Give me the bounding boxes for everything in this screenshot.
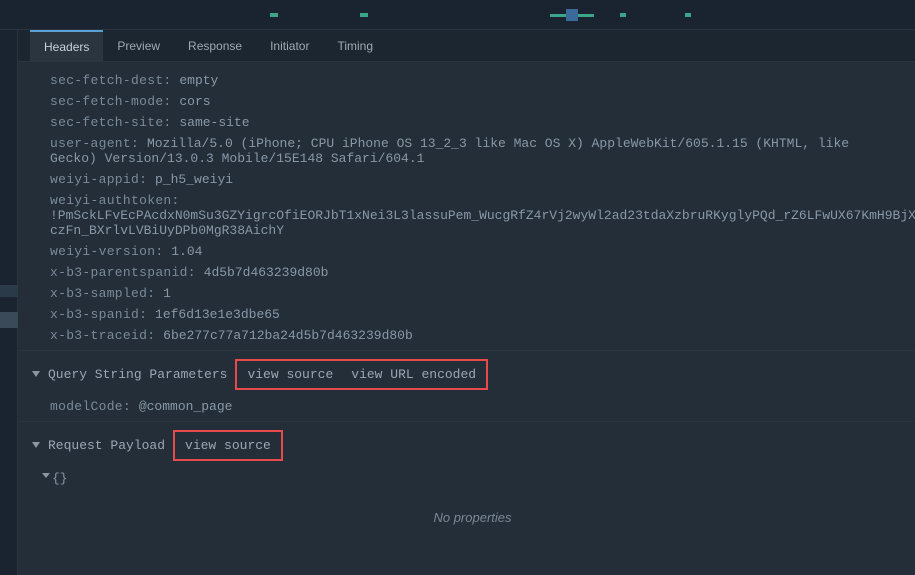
payload-braces-row[interactable]: {} (50, 467, 895, 490)
timeline-marker (620, 13, 626, 17)
view-source-link[interactable]: view source (185, 438, 271, 453)
headers-content: sec-fetch-dest: empty sec-fetch-mode: co… (18, 62, 915, 525)
header-name: weiyi-authtoken: (50, 193, 180, 208)
header-value: Mozilla/5.0 (iPhone; CPU iPhone OS 13_2_… (50, 136, 849, 166)
header-x-b3-traceid: x-b3-traceid: 6be277c77a712ba24d5b7d4632… (50, 325, 895, 346)
header-value: 6be277c77a712ba24d5b7d463239d80b (163, 328, 413, 343)
header-value: empty (179, 73, 218, 88)
section-title: Query String Parameters (48, 367, 227, 382)
details-panel: × Headers Preview Response Initiator Tim… (0, 30, 915, 525)
param-value: @common_page (139, 399, 233, 414)
highlight-box: view source view URL encoded (235, 359, 488, 390)
header-name: x-b3-traceid: (50, 328, 155, 343)
no-properties-label: No properties (50, 490, 895, 525)
header-x-b3-parentspanid: x-b3-parentspanid: 4d5b7d463239d80b (50, 262, 895, 283)
header-value: !PmSckLFvEcPAcdxN0mSu3GZYigrcOfiEORJbT1x… (50, 208, 915, 238)
marker-track (0, 12, 915, 18)
timeline-marker (685, 13, 691, 17)
header-name: sec-fetch-mode: (50, 94, 172, 109)
header-value: cors (179, 94, 210, 109)
param-name: modelCode: (50, 399, 131, 414)
header-value: 1ef6d13e1e3dbe65 (155, 307, 280, 322)
header-value: p_h5_weiyi (155, 172, 233, 187)
view-url-encoded-link[interactable]: view URL encoded (351, 367, 476, 382)
expand-triangle-icon (32, 442, 40, 448)
header-name: x-b3-spanid: (50, 307, 147, 322)
header-sec-fetch-site: sec-fetch-site: same-site (50, 112, 895, 133)
timeline-marker (360, 13, 368, 17)
highlight-box: view source (173, 430, 283, 461)
timeline-marker (270, 13, 278, 17)
header-sec-fetch-mode: sec-fetch-mode: cors (50, 91, 895, 112)
timeline-marker-group (550, 9, 594, 21)
query-param-modelcode: modelCode: @common_page (50, 396, 895, 417)
section-request-payload[interactable]: Request Payload view source (32, 422, 895, 467)
header-name: sec-fetch-dest: (50, 73, 172, 88)
header-name: user-agent: (50, 136, 139, 151)
header-weiyi-appid: weiyi-appid: p_h5_weiyi (50, 169, 895, 190)
header-x-b3-sampled: x-b3-sampled: 1 (50, 283, 895, 304)
tab-timing[interactable]: Timing (323, 30, 387, 62)
tab-bar: × Headers Preview Response Initiator Tim… (0, 30, 915, 62)
gutter-tick (0, 312, 18, 328)
header-value: 1 (163, 286, 171, 301)
header-x-b3-spanid: x-b3-spanid: 1ef6d13e1e3dbe65 (50, 304, 895, 325)
header-value: 1.04 (171, 244, 202, 259)
header-user-agent: user-agent: Mozilla/5.0 (iPhone; CPU iPh… (50, 133, 895, 169)
header-name: sec-fetch-site: (50, 115, 172, 130)
header-name: x-b3-parentspanid: (50, 265, 196, 280)
left-gutter (0, 30, 18, 575)
header-weiyi-version: weiyi-version: 1.04 (50, 241, 895, 262)
tab-initiator[interactable]: Initiator (256, 30, 323, 62)
tab-preview[interactable]: Preview (103, 30, 174, 62)
header-name: x-b3-sampled: (50, 286, 155, 301)
braces-icon: {} (52, 471, 68, 486)
header-sec-fetch-dest: sec-fetch-dest: empty (50, 70, 895, 91)
tab-headers[interactable]: Headers (30, 30, 103, 62)
gutter-tick (0, 285, 18, 297)
header-weiyi-authtoken: weiyi-authtoken: !PmSckLFvEcPAcdxN0mSu3G… (50, 190, 895, 241)
section-query-string-parameters[interactable]: Query String Parameters view source view… (32, 351, 895, 396)
section-title: Request Payload (48, 438, 165, 453)
tab-response[interactable]: Response (174, 30, 256, 62)
timeline-bar (0, 0, 915, 30)
view-source-link[interactable]: view source (247, 367, 333, 382)
expand-triangle-icon (32, 371, 40, 377)
header-value: same-site (179, 115, 249, 130)
header-value: 4d5b7d463239d80b (204, 265, 329, 280)
header-name: weiyi-version: (50, 244, 163, 259)
header-name: weiyi-appid: (50, 172, 147, 187)
